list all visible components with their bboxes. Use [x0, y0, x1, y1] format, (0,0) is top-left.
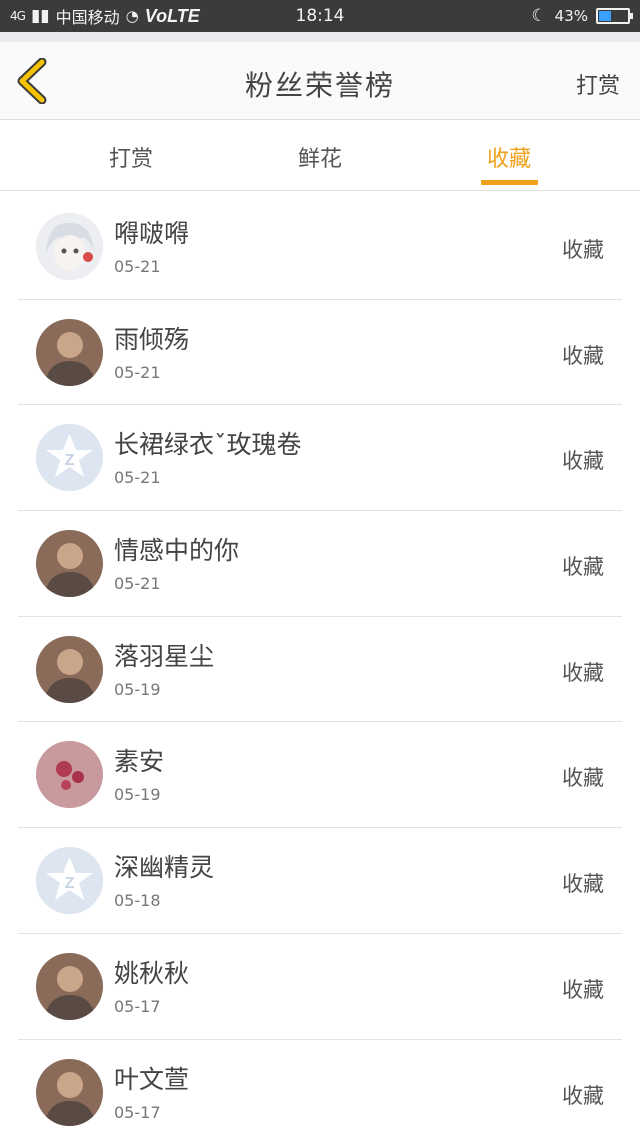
- tab-bar: 打赏 鲜花 收藏: [0, 121, 640, 191]
- fan-date: 05-17: [114, 996, 161, 1016]
- list-item[interactable]: Z 深幽精灵 05-18 收藏: [18, 828, 622, 934]
- fan-name: 姚秋秋: [114, 958, 190, 988]
- fan-date: 05-19: [114, 785, 161, 805]
- favorite-label: 收藏: [562, 872, 604, 897]
- avatar[interactable]: [36, 213, 103, 280]
- avatar[interactable]: [36, 1058, 103, 1126]
- status-right: ☾ 43%: [531, 6, 633, 26]
- fan-date: 05-18: [114, 891, 161, 911]
- favorite-label: 收藏: [562, 555, 604, 580]
- fan-name: 嘚啵嘚: [114, 219, 190, 248]
- list-item[interactable]: 嘚啵嘚 05-21 收藏: [18, 194, 622, 300]
- svg-text:Z: Z: [65, 452, 75, 469]
- battery-level-fill: [599, 11, 611, 21]
- avatar[interactable]: [36, 741, 103, 809]
- page-title: 粉丝荣誉榜: [244, 69, 395, 102]
- fan-date: 05-17: [114, 1102, 161, 1122]
- list-item[interactable]: 雨倾殇 05-21 收藏: [18, 300, 622, 406]
- svg-text:Z: Z: [65, 875, 75, 892]
- fan-name: 深幽精灵: [114, 853, 215, 883]
- avatar[interactable]: [36, 635, 103, 703]
- reward-button[interactable]: 打赏: [576, 68, 620, 100]
- avatar[interactable]: [36, 952, 103, 1020]
- fan-name: 情感中的你: [114, 536, 240, 566]
- favorite-label: 收藏: [562, 1083, 604, 1108]
- fan-name: 雨倾殇: [114, 324, 190, 354]
- favorite-label: 收藏: [562, 977, 604, 1002]
- chevron-left-icon: [17, 57, 47, 105]
- fan-name: 落羽星尘: [114, 641, 215, 671]
- do-not-disturb-moon-icon: ☾: [531, 6, 547, 26]
- volte-label: VoLTE: [144, 5, 200, 26]
- wifi-icon: ◔: [125, 7, 139, 25]
- navigation-bar: 粉丝荣誉榜 打赏: [0, 42, 640, 120]
- avatar[interactable]: Z: [36, 424, 103, 492]
- favorite-label: 收藏: [562, 238, 604, 262]
- avatar[interactable]: Z: [36, 847, 103, 915]
- status-left: 4G ▮▮ 中国移动 ◔ VoLTE: [10, 4, 200, 28]
- list-item[interactable]: 落羽星尘 05-19 收藏: [18, 617, 622, 723]
- avatar[interactable]: [36, 318, 103, 386]
- fan-date: 05-21: [114, 468, 161, 488]
- fan-name: 叶文萱: [114, 1064, 190, 1094]
- favorite-label: 收藏: [562, 449, 604, 474]
- status-gap: [0, 32, 640, 42]
- tab-favorites[interactable]: 收藏: [464, 141, 554, 173]
- avatar[interactable]: [36, 530, 103, 598]
- signal-indicator: 4G: [10, 9, 26, 23]
- list-item[interactable]: 叶文萱 05-17 收藏: [18, 1040, 622, 1138]
- list-item[interactable]: Z 长裙绿衣ˇ玫瑰卷 05-21 收藏: [18, 405, 622, 512]
- back-button[interactable]: [14, 57, 54, 105]
- fan-name: 素安: [114, 747, 165, 777]
- battery-icon: [596, 8, 633, 24]
- battery-percent: 43%: [554, 7, 588, 25]
- list-item[interactable]: 情感中的你 05-21 收藏: [18, 511, 622, 617]
- list-item[interactable]: 素安 05-19 收藏: [18, 722, 622, 829]
- tab-reward[interactable]: 打赏: [86, 141, 176, 173]
- fan-list: 嘚啵嘚 05-21 收藏 雨倾殇 05-21 收藏 Z 长裙绿衣ˇ玫瑰卷 05-21 收藏 情感中的…: [18, 194, 622, 1138]
- fan-date: 05-21: [114, 362, 161, 382]
- list-item[interactable]: 姚秋秋 05-17 收藏: [18, 934, 622, 1040]
- tab-flowers[interactable]: 鲜花: [275, 141, 365, 173]
- signal-bars-icon: ▮▮: [30, 6, 50, 26]
- fan-date: 05-19: [114, 679, 161, 699]
- fan-date: 05-21: [114, 257, 161, 276]
- favorite-label: 收藏: [562, 343, 604, 368]
- favorite-label: 收藏: [562, 660, 604, 685]
- favorite-label: 收藏: [562, 766, 604, 791]
- fan-date: 05-21: [114, 574, 161, 594]
- active-tab-indicator: [481, 180, 538, 185]
- carrier-name: 中国移动: [55, 8, 120, 27]
- status-bar: 4G ▮▮ 中国移动 ◔ VoLTE 18:14 ☾ 43%: [0, 0, 640, 32]
- fan-name: 长裙绿衣ˇ玫瑰卷: [114, 430, 302, 460]
